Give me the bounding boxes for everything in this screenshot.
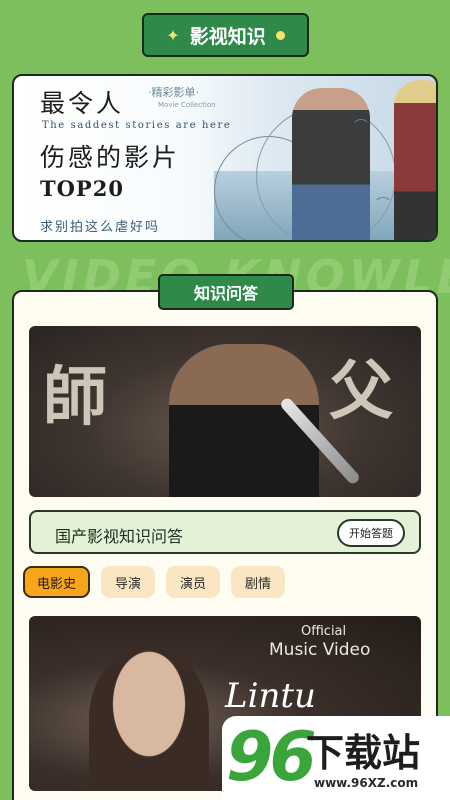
banner-woman-figure bbox=[394, 80, 436, 240]
featured-banner[interactable]: ⌒ ⌒ 最令人 ·精彩影单· Movie Collection The sadd… bbox=[12, 74, 438, 242]
banner-title-line1: 最令人 bbox=[40, 89, 125, 118]
banner-title-line2: 伤感的影片 bbox=[40, 143, 181, 172]
section-title: 知识问答 bbox=[193, 284, 258, 303]
poster-calligraphy: 師 bbox=[43, 360, 107, 435]
header-title-pill: ✦ 影视知识 bbox=[142, 13, 309, 57]
poster-face bbox=[89, 646, 209, 791]
section-title-pill: 知识问答 bbox=[158, 274, 294, 310]
bird-icon: ⌒ bbox=[354, 119, 368, 135]
start-quiz-button[interactable]: 开始答题 bbox=[337, 519, 405, 547]
dot-icon bbox=[275, 30, 285, 40]
poster-official: Official bbox=[301, 624, 347, 639]
quiz-bar: 国产影视知识问答 开始答题 bbox=[29, 510, 421, 554]
bird-icon: ⌒ bbox=[376, 197, 390, 213]
banner-english: The saddest stories are here bbox=[42, 120, 232, 131]
badge-number: 96 bbox=[226, 718, 317, 797]
banner-top: TOP20 bbox=[40, 176, 124, 201]
badge-word: 下载站 bbox=[306, 731, 421, 775]
tab-director[interactable]: 导演 bbox=[101, 566, 156, 598]
poster-music-video: Music Video bbox=[269, 640, 371, 660]
banner-subtitle: 求别拍这么虐好吗 bbox=[40, 220, 161, 235]
tab-plot[interactable]: 剧情 bbox=[231, 566, 286, 598]
banner-tag: ·精彩影单· bbox=[148, 86, 199, 99]
sparkle-icon: ✦ bbox=[166, 25, 180, 45]
quiz-poster[interactable]: 師 父 bbox=[29, 326, 421, 497]
site-watermark-badge: 96 下载站 www.96XZ.com bbox=[222, 716, 450, 800]
badge-url: www.96XZ.com bbox=[314, 776, 419, 790]
poster-calligraphy: 父 bbox=[329, 354, 393, 429]
page-title: 影视知识 bbox=[189, 25, 266, 48]
quiz-label: 国产影视知识问答 bbox=[55, 527, 184, 546]
banner-tag-en: Movie Collection bbox=[158, 101, 216, 109]
tab-actor[interactable]: 演员 bbox=[166, 566, 221, 598]
tab-film-history[interactable]: 电影史 bbox=[23, 566, 91, 598]
banner-man-figure bbox=[292, 88, 370, 240]
category-tabs: 电影史 导演 演员 剧情 bbox=[23, 566, 286, 598]
